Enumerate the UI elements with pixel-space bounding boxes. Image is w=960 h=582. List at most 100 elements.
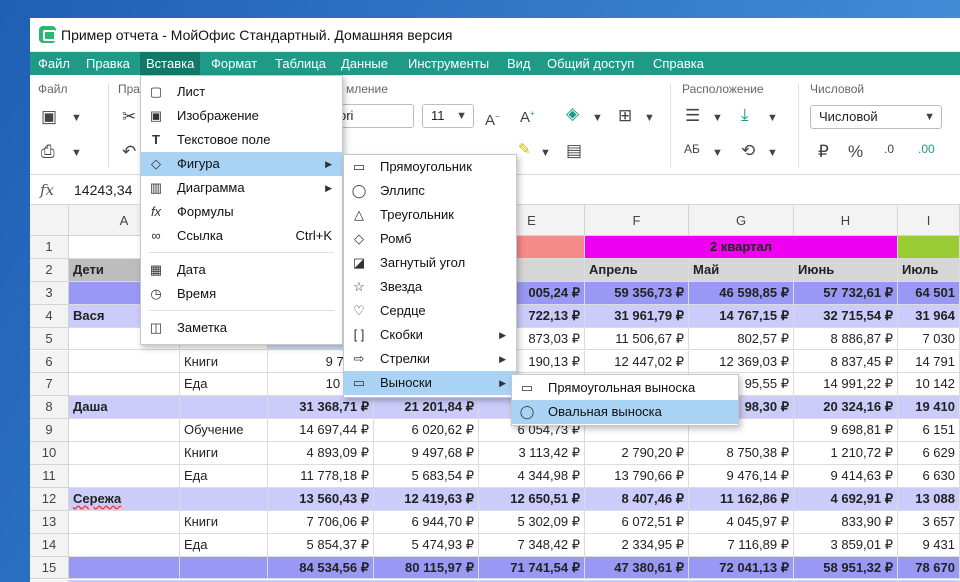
menu-help[interactable]: Справка — [647, 52, 710, 75]
menu-item-link[interactable]: ∞ Ссылка Ctrl+K — [141, 224, 342, 248]
menu-item-triangle[interactable]: △ Треугольник — [344, 203, 516, 227]
menu-item-shape[interactable]: ◇ Фигура ▶ — [141, 152, 342, 176]
cell-col-h-row-8[interactable]: 20 324,16 ₽ — [794, 396, 898, 420]
save-icon[interactable]: ▣ — [41, 108, 57, 125]
row-header[interactable]: 4 — [30, 304, 69, 328]
menu-table[interactable]: Таблица — [269, 52, 332, 75]
row-header[interactable]: 2 — [30, 258, 69, 282]
cell-col-f-row-11[interactable]: 13 790,66 ₽ — [585, 465, 689, 488]
column-header[interactable]: G — [689, 205, 794, 236]
align-icon[interactable]: ☰ — [685, 107, 700, 124]
menu-data[interactable]: Данные — [335, 52, 394, 75]
cut-icon[interactable]: ✂ — [122, 108, 136, 125]
cell-col-c-row-12[interactable]: 13 560,43 ₽ — [268, 487, 374, 511]
cell-col-f-row-14[interactable]: 2 334,95 ₽ — [585, 533, 689, 557]
menu-item-rhombus[interactable]: ◇ Ромб — [344, 227, 516, 251]
cell-col-b-row-11[interactable]: Еда — [180, 465, 268, 488]
row-header[interactable]: 9 — [30, 419, 69, 443]
cell-col-f-row-10[interactable]: 2 790,20 ₽ — [585, 442, 689, 465]
cell-col-h-row-4[interactable]: 32 715,54 ₽ — [794, 304, 898, 328]
undo-icon[interactable]: ↶ — [122, 143, 136, 160]
row-header[interactable]: 14 — [30, 533, 69, 557]
percent-format-icon[interactable]: % — [848, 143, 863, 160]
row-header[interactable]: 12 — [30, 487, 69, 511]
cell-col-d-row-8[interactable]: 21 201,84 ₽ — [374, 396, 479, 420]
cell-col-i-row-1[interactable] — [898, 236, 960, 259]
fill-dropdown-icon[interactable]: ▼ — [592, 110, 603, 127]
row-header[interactable]: 10 — [30, 442, 69, 465]
cell-col-c-row-14[interactable]: 5 854,37 ₽ — [268, 533, 374, 557]
cell-col-h-row-2[interactable]: Июнь — [794, 258, 898, 282]
cell-col-i-row-9[interactable]: 6 151 — [898, 419, 960, 443]
cell-col-h-row-5[interactable]: 8 886,87 ₽ — [794, 327, 898, 351]
borders-icon[interactable]: ⊞ — [618, 107, 632, 124]
cell-col-a-row-11[interactable] — [69, 465, 180, 488]
cell-col-i-row-15[interactable]: 78 670 — [898, 556, 960, 580]
formula-input[interactable]: 14243,34 — [74, 182, 132, 198]
cell-col-b-row-15[interactable] — [180, 556, 268, 580]
cell-col-b-row-10[interactable]: Книги — [180, 442, 268, 465]
cell-col-d-row-9[interactable]: 6 020,62 ₽ — [374, 419, 479, 443]
rotate-dropdown-icon[interactable]: ▼ — [767, 145, 778, 162]
wrap-dropdown-icon[interactable]: ▼ — [712, 145, 723, 162]
cell-col-b-row-6[interactable]: Книги — [180, 350, 268, 374]
cell-col-f-row-2[interactable]: Апрель — [585, 258, 689, 282]
menu-item-ellipse[interactable]: ◯ Эллипс — [344, 179, 516, 203]
cell-col-f-row-13[interactable]: 6 072,51 ₽ — [585, 510, 689, 534]
cell-col-g-row-5[interactable]: 802,57 ₽ — [689, 327, 794, 351]
cell-col-a-row-6[interactable] — [69, 350, 180, 374]
cell-col-b-row-12[interactable] — [180, 487, 268, 511]
cell-col-f-row-3[interactable]: 59 356,73 ₽ — [585, 281, 689, 305]
menu-item-oval-callout[interactable]: ◯ Овальная выноска — [512, 400, 738, 424]
menu-item-rectangle[interactable]: ▭ Прямоугольник — [344, 155, 516, 179]
cell-col-c-row-15[interactable]: 84 534,56 ₽ — [268, 556, 374, 580]
cell-col-i-row-11[interactable]: 6 630 — [898, 465, 960, 488]
decrease-decimals-icon[interactable]: .0 — [884, 141, 894, 158]
cell-col-e-row-11[interactable]: 4 344,98 ₽ — [479, 465, 585, 488]
print-dropdown-icon[interactable]: ▼ — [71, 145, 82, 162]
menu-item-date[interactable]: ▦ Дата — [141, 258, 342, 282]
cell-col-h-row-9[interactable]: 9 698,81 ₽ — [794, 419, 898, 443]
cell-col-h-row-7[interactable]: 14 991,22 ₽ — [794, 373, 898, 397]
cell-col-b-row-9[interactable]: Обучение — [180, 419, 268, 443]
column-header[interactable]: H — [794, 205, 898, 236]
menu-item-textbox[interactable]: T Текстовое поле — [141, 128, 342, 152]
column-header[interactable]: I — [898, 205, 960, 236]
menu-insert[interactable]: Вставка — [140, 52, 201, 75]
menu-item-note[interactable]: ◫ Заметка — [141, 316, 342, 340]
cell-col-i-row-5[interactable]: 7 030 — [898, 327, 960, 351]
cell-col-c-row-13[interactable]: 7 706,06 ₽ — [268, 510, 374, 534]
cell-col-e-row-15[interactable]: 71 741,54 ₽ — [479, 556, 585, 580]
save-dropdown-icon[interactable]: ▼ — [71, 110, 82, 127]
cell-col-d-row-13[interactable]: 6 944,70 ₽ — [374, 510, 479, 534]
cell-col-g-row-10[interactable]: 8 750,38 ₽ — [689, 442, 794, 465]
cell-col-c-row-10[interactable]: 4 893,09 ₽ — [268, 442, 374, 465]
row-header[interactable]: 11 — [30, 465, 69, 488]
cell-col-i-row-8[interactable]: 19 410 — [898, 396, 960, 420]
cell-col-b-row-14[interactable]: Еда — [180, 533, 268, 557]
cell-col-i-row-7[interactable]: 10 142 — [898, 373, 960, 397]
cell-col-d-row-15[interactable]: 80 115,97 ₽ — [374, 556, 479, 580]
menu-item-arrows[interactable]: ⇨ Стрелки ▶ — [344, 347, 516, 371]
cell-col-h-row-15[interactable]: 58 951,32 ₽ — [794, 556, 898, 580]
select-all-corner[interactable] — [30, 205, 69, 236]
cell-col-c-row-8[interactable]: 31 368,71 ₽ — [268, 396, 374, 420]
menu-format[interactable]: Формат — [205, 52, 263, 75]
menu-view[interactable]: Вид — [501, 52, 537, 75]
cell-col-i-row-14[interactable]: 9 431 — [898, 533, 960, 557]
menu-item-callouts[interactable]: ▭ Выноски ▶ — [344, 371, 516, 395]
menu-item-folded-corner[interactable]: ◪ Загнутый угол — [344, 251, 516, 275]
cell-col-i-row-6[interactable]: 14 791 — [898, 350, 960, 374]
cell-col-h-row-10[interactable]: 1 210,72 ₽ — [794, 442, 898, 465]
cell-col-i-row-12[interactable]: 13 088 — [898, 487, 960, 511]
cell-col-h-row-13[interactable]: 833,90 ₽ — [794, 510, 898, 534]
cell-col-f-row-5[interactable]: 11 506,67 ₽ — [585, 327, 689, 351]
menu-tools[interactable]: Инструменты — [402, 52, 495, 75]
cell-col-d-row-10[interactable]: 9 497,68 ₽ — [374, 442, 479, 465]
row-header[interactable]: 6 — [30, 350, 69, 374]
cell-col-g-row-4[interactable]: 14 767,15 ₽ — [689, 304, 794, 328]
cell-col-d-row-12[interactable]: 12 419,63 ₽ — [374, 487, 479, 511]
cell-col-a-row-7[interactable] — [69, 373, 180, 397]
menu-sharing[interactable]: Общий доступ — [541, 52, 640, 75]
cell-col-f-row-15[interactable]: 47 380,61 ₽ — [585, 556, 689, 580]
